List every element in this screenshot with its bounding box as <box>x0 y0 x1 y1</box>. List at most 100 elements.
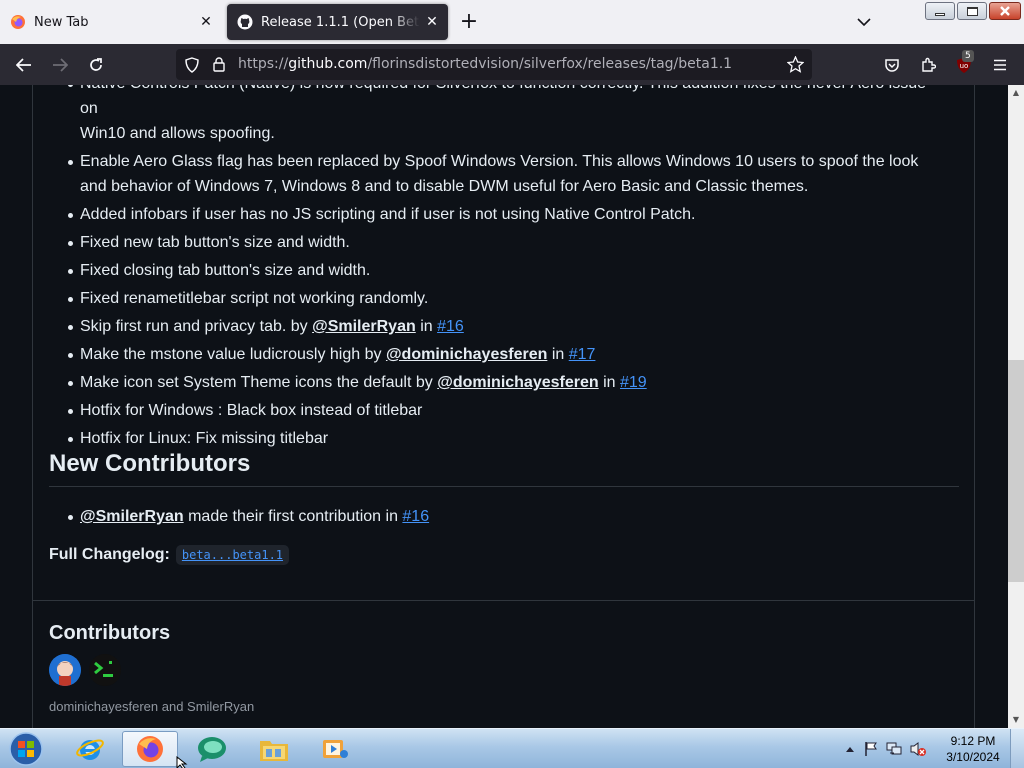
taskbar-firefox[interactable] <box>122 731 178 767</box>
network-icon[interactable] <box>885 741 903 757</box>
user-mention-link[interactable]: @SmilerRyan <box>312 318 416 335</box>
chat-bubble-app-icon <box>198 737 226 762</box>
reload-button[interactable] <box>82 52 110 78</box>
reload-icon <box>90 58 102 71</box>
lock-icon[interactable] <box>212 56 226 72</box>
taskbar-app-green[interactable] <box>184 731 240 767</box>
list-item-text: Make icon set System Theme icons the def… <box>80 374 438 391</box>
list-item-text: made their first contribution in <box>183 508 403 525</box>
mouse-cursor-icon <box>176 756 188 768</box>
bookmark-star-icon[interactable] <box>787 56 804 73</box>
issue-link[interactable]: #16 <box>437 318 464 335</box>
avatar-dominichayesferen[interactable] <box>49 654 81 686</box>
contributors-heading: Contributors <box>49 622 171 644</box>
changelog-label: Full Changelog: <box>49 546 170 563</box>
volume-muted-icon[interactable] <box>909 741 927 757</box>
list-item: Fixed renametitlebar script not working … <box>48 286 948 311</box>
puzzle-piece-icon <box>922 57 936 72</box>
media-player-icon <box>323 740 348 758</box>
list-item-text: Skip first run and privacy tab. by <box>80 318 313 335</box>
hamburger-menu-icon <box>994 59 1006 71</box>
url-host: github.com <box>288 56 368 72</box>
tab-title: New Tab <box>34 14 89 30</box>
folder-icon <box>260 741 288 761</box>
list-item: Added infobars if user has no JS scripti… <box>48 202 948 227</box>
pocket-button[interactable] <box>878 52 906 78</box>
list-item-text: Make the mstone value ludicrously high b… <box>80 346 386 363</box>
avatar-smilerryan[interactable] <box>89 654 121 686</box>
contributors-names: dominichayesferen and SmilerRyan <box>49 699 255 714</box>
github-icon <box>237 14 253 30</box>
user-mention-link[interactable]: @dominichayesferen <box>437 374 598 391</box>
clock-date: 3/10/2024 <box>946 750 1000 764</box>
firefox-icon <box>11 15 25 29</box>
firefox-icon <box>137 736 163 762</box>
close-tab-icon[interactable]: ✕ <box>194 10 218 34</box>
list-item-text: in <box>415 318 438 335</box>
ublock-count-badge: 5 <box>962 50 974 62</box>
list-item: Make the mstone value ludicrously high b… <box>48 342 948 367</box>
url-text[interactable]: https://github.com/florinsdistortedvisio… <box>238 56 732 72</box>
user-mention-link[interactable]: @dominichayesferen <box>386 346 547 363</box>
clock-time: 9:12 PM <box>950 734 996 748</box>
list-item-text: Hotfix for Linux: Fix missing titlebar <box>80 430 329 447</box>
close-window-button[interactable] <box>989 2 1021 20</box>
url-path: /florinsdistortedvision/silverfox/releas… <box>367 56 733 72</box>
issue-link[interactable]: #16 <box>402 508 429 525</box>
list-item: Hotfix for Linux: Fix missing titlebar <box>48 426 948 451</box>
list-item-text: Fixed renametitlebar script not working … <box>80 290 429 307</box>
list-item-text: Added infobars if user has no JS scripti… <box>80 206 696 223</box>
minimize-button[interactable] <box>925 2 955 20</box>
close-tab-icon[interactable]: ✕ <box>420 10 444 34</box>
action-center-flag-icon[interactable] <box>863 741 879 757</box>
tab-new-tab[interactable]: New Tab ✕ <box>0 4 222 40</box>
address-bar[interactable]: https://github.com/florinsdistortedvisio… <box>176 49 812 80</box>
list-item: Make icon set System Theme icons the def… <box>48 370 948 395</box>
forward-button[interactable] <box>46 52 74 78</box>
full-changelog: Full Changelog: beta...beta1.1 <box>49 545 290 565</box>
extensions-button[interactable] <box>914 52 942 78</box>
url-scheme: https:// <box>238 56 289 72</box>
taskbar-internet-explorer[interactable] <box>62 731 118 767</box>
list-item-text: Fixed new tab button's size and width. <box>80 234 350 251</box>
start-button[interactable] <box>4 731 48 767</box>
list-item-text: in <box>598 374 620 391</box>
windows-orb-icon <box>9 732 43 766</box>
issue-link[interactable]: #17 <box>569 346 596 363</box>
taskbar-file-explorer[interactable] <box>246 731 302 767</box>
new-contributors-heading: New Contributors <box>49 450 959 487</box>
scroll-down-arrow-icon[interactable]: ▼ <box>1008 712 1024 728</box>
vertical-scrollbar[interactable]: ▲ ▼ <box>1008 85 1024 728</box>
show-hidden-icons-icon[interactable] <box>845 745 855 753</box>
new-contributors-list: @SmilerRyan made their first contributio… <box>48 504 948 529</box>
user-mention-link[interactable]: @SmilerRyan <box>80 508 184 525</box>
tab-strip: New Tab ✕ Release 1.1.1 (Open Beta) · fl… <box>0 0 1024 44</box>
taskbar-media-player[interactable] <box>306 731 362 767</box>
show-desktop-button[interactable] <box>1010 729 1024 768</box>
issue-link[interactable]: #19 <box>620 374 647 391</box>
divider <box>33 600 974 601</box>
pocket-icon <box>885 58 899 72</box>
list-item: Fixed new tab button's size and width. <box>48 230 948 255</box>
tab-title: Release 1.1.1 (Open Beta) · florinsdisto… <box>261 14 420 30</box>
list-item: Native Controls Patch (Native) is now re… <box>48 85 948 146</box>
changelog-compare-link[interactable]: beta...beta1.1 <box>175 545 290 565</box>
svg-text:uo: uo <box>960 62 969 70</box>
back-button[interactable] <box>10 52 38 78</box>
new-tab-button[interactable]: + <box>458 11 480 33</box>
list-all-tabs-icon[interactable] <box>853 12 875 32</box>
app-menu-button[interactable] <box>986 52 1014 78</box>
list-item-text: Fixed closing tab button's size and widt… <box>80 262 371 279</box>
list-item: Hotfix for Windows : Black box instead o… <box>48 398 948 423</box>
restore-button[interactable] <box>957 2 987 20</box>
scroll-up-arrow-icon[interactable]: ▲ <box>1008 85 1024 101</box>
list-item: @SmilerRyan made their first contributio… <box>48 504 948 529</box>
list-item-text: Win10 and allows spoofing. <box>80 125 275 142</box>
browser-window: New Tab ✕ Release 1.1.1 (Open Beta) · fl… <box>0 0 1024 768</box>
clock[interactable]: 9:12 PM 3/10/2024 <box>944 733 1002 765</box>
list-item-text: Hotfix for Windows : Black box instead o… <box>80 402 423 419</box>
tracking-protection-shield-icon[interactable] <box>184 57 200 73</box>
list-item-text: Native Controls Patch (Native) is now re… <box>80 85 926 117</box>
tab-release[interactable]: Release 1.1.1 (Open Beta) · florinsdisto… <box>227 4 448 40</box>
scrollbar-thumb[interactable] <box>1008 360 1024 582</box>
